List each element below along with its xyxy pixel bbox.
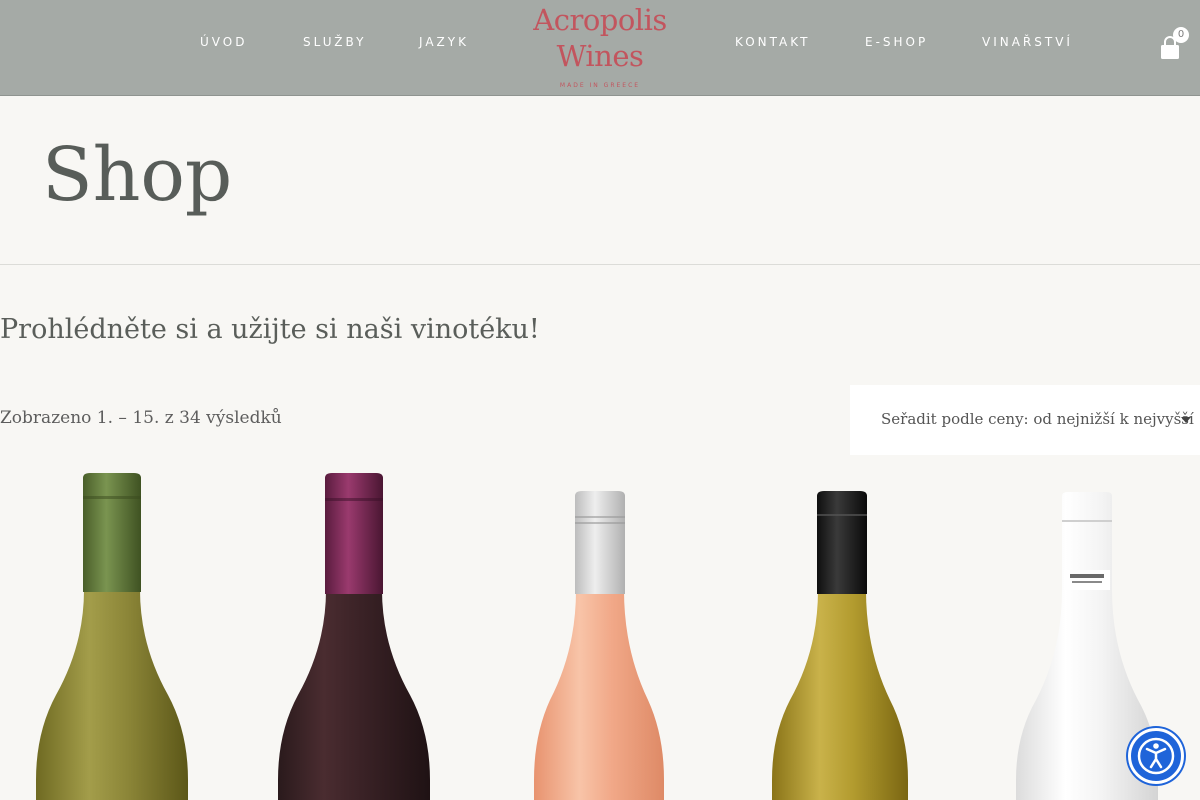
red-wine-bottle-icon <box>278 473 430 800</box>
nav-jazyk[interactable]: JAZYK <box>419 35 469 49</box>
page-header: Shop <box>0 96 1200 265</box>
nav-kontakt[interactable]: KONTAKT <box>735 35 811 49</box>
white-wine-bottle-icon <box>772 491 908 800</box>
white-wine-bottle-icon <box>36 473 188 800</box>
caret-down-icon <box>1181 417 1191 423</box>
cart-count-badge: 0 <box>1173 27 1189 43</box>
site-header: ÚVOD SLUŽBY JAZYK Acropolis Wines MADE I… <box>0 0 1200 96</box>
rose-wine-bottle-icon <box>534 491 664 800</box>
shop-intro: Prohlédněte si a užijte si naši vinotéku… <box>0 314 540 345</box>
accessibility-button[interactable] <box>1128 728 1184 784</box>
product-card[interactable] <box>480 470 720 800</box>
site-logo[interactable]: Acropolis Wines MADE IN GREECE <box>520 2 680 92</box>
product-card[interactable] <box>720 470 960 800</box>
result-count: Zobrazeno 1. – 15. z 34 výsledků <box>0 408 282 428</box>
nav-eshop[interactable]: E-SHOP <box>849 35 944 49</box>
cart-button[interactable]: 0 <box>1158 27 1192 64</box>
sort-select-value: Seřadit podle ceny: od nejnižší k nejvyš… <box>881 410 1194 428</box>
accessibility-icon <box>1137 737 1175 775</box>
page-title: Shop <box>42 132 233 218</box>
logo-line2: Wines <box>556 39 644 73</box>
logo-line1: Acropolis <box>533 3 667 37</box>
product-card[interactable] <box>240 470 480 800</box>
nav-sluzby[interactable]: SLUŽBY <box>303 35 366 49</box>
nav-vinarstvi[interactable]: VINAŘSTVÍ <box>982 35 1073 49</box>
product-card[interactable] <box>0 470 240 800</box>
sort-select[interactable]: Seřadit podle ceny: od nejnižší k nejvyš… <box>850 385 1200 455</box>
nav-uvod[interactable]: ÚVOD <box>200 35 247 49</box>
logo-tagline: MADE IN GREECE <box>559 82 641 89</box>
